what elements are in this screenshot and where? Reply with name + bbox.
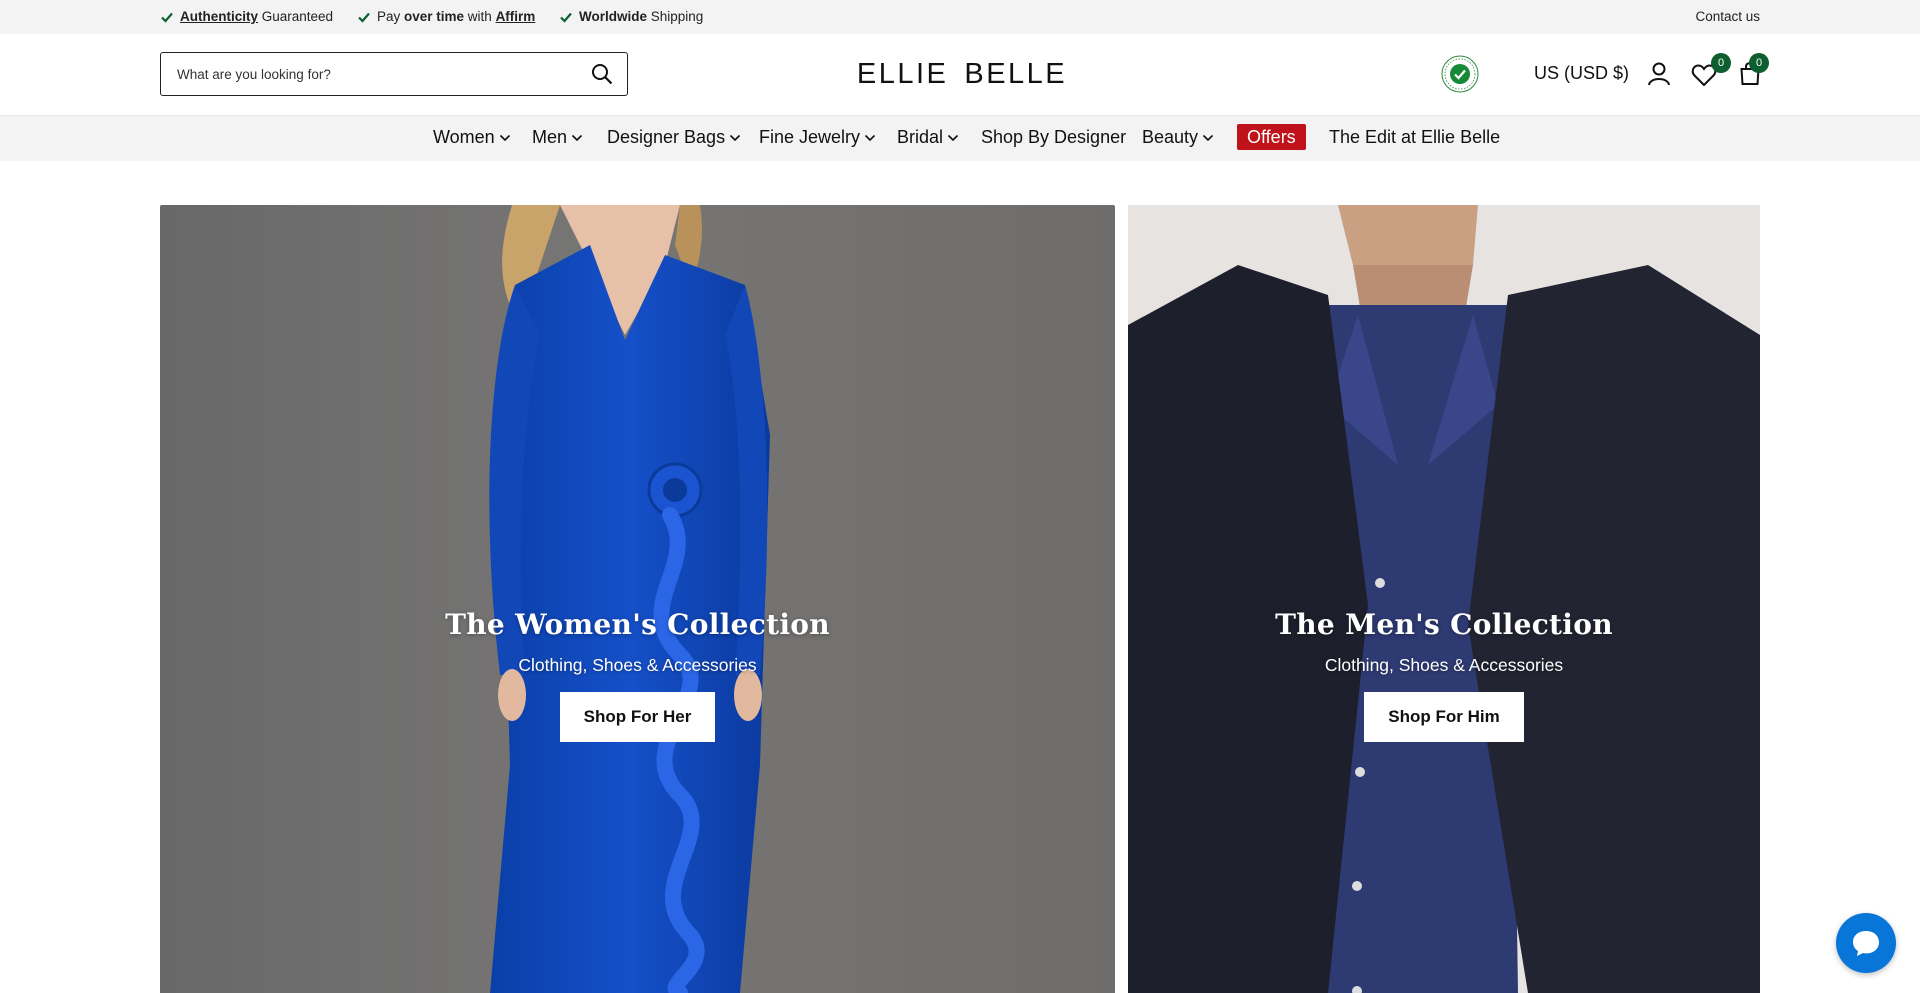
nav-item-label: Shop By Designer (981, 127, 1127, 147)
chat-bubble-icon (1853, 931, 1879, 956)
nav-item-bridal[interactable]: Bridal (897, 127, 959, 148)
nav-item-label: Beauty (1142, 127, 1199, 147)
mens-overlay: The Men's Collection Clothing, Shoes & A… (1128, 608, 1760, 742)
nav-item-label: Designer Bags (607, 127, 726, 147)
contact-us-link[interactable]: Contact us (1695, 9, 1760, 24)
wishlist-count-badge: 0 (1711, 53, 1731, 73)
perk-text: Shipping (647, 9, 704, 24)
nav-item-label: Men (532, 127, 568, 147)
logo-text-left: ELLIE (856, 57, 949, 90)
nav-item-the-edit[interactable]: The Edit at Ellie Belle (1329, 127, 1500, 148)
perk-affirm: Pay over time with Affirm (357, 9, 535, 24)
nav-item-shop-by-designer[interactable]: Shop By Designer (981, 127, 1126, 148)
chevron-down-icon (499, 134, 510, 141)
nav-item-label: Women (433, 127, 495, 147)
womens-collection-title: The Women's Collection (445, 608, 830, 641)
mens-collection-banner[interactable]: The Men's Collection Clothing, Shoes & A… (1128, 205, 1760, 993)
nav-item-label: Fine Jewelry (759, 127, 861, 147)
perk-bold: Worldwide (579, 9, 648, 24)
nav-item-designer-bags[interactable]: Designer Bags (607, 127, 741, 148)
nav-item-women[interactable]: Women (433, 127, 511, 148)
chevron-down-icon (730, 134, 741, 141)
cart-count-badge: 0 (1749, 53, 1769, 73)
womens-model-image (489, 205, 770, 993)
authenticity-link[interactable]: Authenticity (180, 9, 258, 24)
womens-overlay: The Women's Collection Clothing, Shoes &… (160, 608, 1115, 742)
chevron-down-icon (1202, 134, 1214, 141)
site-header: ELLIE BELLE US (USD $) 0 0 (0, 34, 1920, 115)
logo-diamond (953, 71, 959, 77)
chevron-down-icon (947, 134, 959, 141)
search-box (160, 52, 628, 96)
chat-launcher-button[interactable] (1836, 913, 1896, 973)
check-icon (161, 12, 173, 23)
perk-text: Guaranteed (258, 9, 334, 24)
shop-for-her-button[interactable]: Shop For Her (559, 692, 716, 742)
womens-collection-banner[interactable]: The Women's Collection Clothing, Shoes &… (160, 205, 1115, 993)
chevron-down-icon (571, 134, 583, 141)
perk-text: Pay (377, 9, 405, 24)
search-input[interactable] (175, 53, 579, 96)
account-icon[interactable] (1646, 61, 1672, 87)
main-navigation: Women Men Designer Bags Fine Jewelry Bri… (0, 115, 1920, 161)
search-icon[interactable] (591, 63, 613, 85)
mens-collection-subtitle: Clothing, Shoes & Accessories (1324, 655, 1564, 675)
authenticity-seal-icon (1441, 55, 1479, 93)
check-icon (358, 12, 370, 23)
affirm-link[interactable]: Affirm (496, 9, 536, 24)
shop-for-him-button[interactable]: Shop For Him (1364, 692, 1524, 742)
perk-text: with (464, 9, 496, 24)
nav-item-men[interactable]: Men (532, 127, 583, 148)
nav-item-offers[interactable]: Offers (1237, 124, 1306, 150)
check-icon (560, 12, 572, 23)
nav-item-beauty[interactable]: Beauty (1142, 127, 1214, 148)
currency-selector[interactable]: US (USD $) (1534, 63, 1629, 84)
logo-text-right: BELLE (964, 57, 1068, 90)
mens-model-image (1128, 205, 1760, 993)
site-logo[interactable]: ELLIE BELLE (857, 58, 1065, 90)
nav-item-label: Bridal (897, 127, 944, 147)
womens-collection-subtitle: Clothing, Shoes & Accessories (518, 655, 757, 675)
nav-item-label: The Edit at Ellie Belle (1329, 127, 1501, 147)
perk-shipping: Worldwide Shipping (559, 9, 703, 24)
mens-collection-title: The Men's Collection (1275, 608, 1613, 641)
perk-bold: over time (404, 9, 465, 24)
nav-item-fine-jewelry[interactable]: Fine Jewelry (759, 127, 876, 148)
top-utility-bar: Authenticity Guaranteed Pay over time wi… (0, 0, 1920, 34)
perk-authenticity: Authenticity Guaranteed (160, 9, 333, 24)
chevron-down-icon (864, 134, 876, 141)
